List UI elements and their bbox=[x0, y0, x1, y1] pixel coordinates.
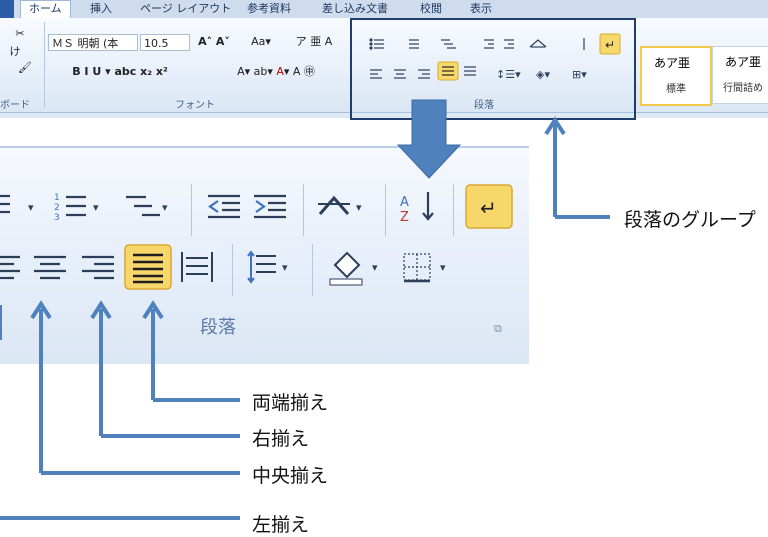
numbering-icon: 123 bbox=[54, 193, 86, 223]
group-callout-arrow bbox=[544, 116, 610, 219]
increase-indent-icon bbox=[254, 194, 286, 219]
magnified-icons-and-arrows: ▾ 123 ▾ ▾ ▾ AZ ↵ ▾ ▾ ▾ ⧉ bbox=[0, 99, 610, 520]
svg-text:2: 2 bbox=[54, 203, 60, 213]
screenshot-stage: ホーム 挿入 ページ レイアウト 参考資料 差し込み文書 校閲 表示 ✂ け 🖌… bbox=[0, 0, 768, 536]
callout-align-center: 中央揃え bbox=[252, 465, 329, 487]
center-callout-arrow bbox=[30, 300, 240, 475]
right-callout-arrow bbox=[90, 300, 240, 438]
callout-align-left: 左揃え bbox=[252, 514, 310, 536]
callout-align-right: 右揃え bbox=[252, 428, 310, 450]
svg-text:A: A bbox=[400, 195, 409, 210]
svg-text:▾: ▾ bbox=[282, 261, 288, 274]
dialog-launcher-icon: ⧉ bbox=[494, 322, 502, 335]
svg-text:▾: ▾ bbox=[372, 261, 378, 274]
svg-text:▾: ▾ bbox=[162, 201, 168, 214]
asian-layout-icon bbox=[318, 195, 350, 215]
svg-text:▾: ▾ bbox=[28, 201, 34, 214]
svg-text:3: 3 bbox=[54, 213, 60, 223]
svg-text:▾: ▾ bbox=[440, 261, 446, 274]
align-right-icon bbox=[82, 255, 114, 280]
justify-callout-arrow bbox=[142, 300, 240, 402]
svg-text:▾: ▾ bbox=[93, 201, 99, 214]
callout-justify: 両端揃え bbox=[252, 392, 329, 414]
align-left-icon bbox=[0, 255, 20, 280]
distributed-icon bbox=[181, 252, 213, 282]
zoom-down-arrow bbox=[396, 99, 462, 179]
svg-text:▾: ▾ bbox=[356, 201, 362, 214]
shading-icon bbox=[329, 251, 363, 286]
sort-icon: AZ bbox=[400, 192, 434, 225]
callout-paragraph-group: 段落のグループ bbox=[624, 209, 756, 231]
borders-icon bbox=[403, 253, 431, 281]
svg-text:Z: Z bbox=[400, 210, 409, 225]
line-spacing-icon bbox=[247, 250, 276, 284]
svg-text:1: 1 bbox=[54, 193, 60, 203]
multilevel-list-icon bbox=[126, 195, 160, 217]
bullets-icon bbox=[0, 194, 10, 214]
align-center-icon bbox=[34, 255, 66, 280]
decrease-indent-icon bbox=[208, 194, 240, 219]
svg-text:↵: ↵ bbox=[480, 196, 497, 220]
